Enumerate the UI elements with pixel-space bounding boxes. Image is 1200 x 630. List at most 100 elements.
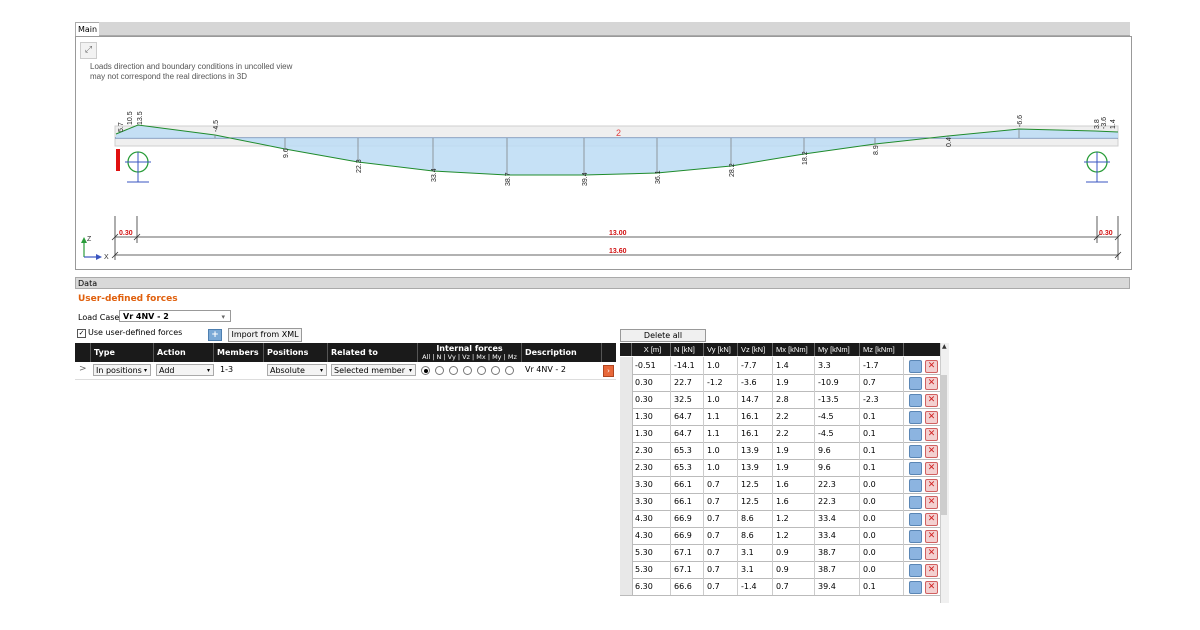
- cell-mx[interactable]: 1.6: [773, 476, 815, 493]
- cell-mx[interactable]: 0.9: [773, 561, 815, 578]
- cell-mz[interactable]: 0.0: [860, 476, 904, 493]
- table-row[interactable]: 2.30 65.3 1.0 13.9 1.9 9.6 0.1 ✕: [620, 442, 940, 460]
- cell-n[interactable]: 66.6: [671, 578, 704, 595]
- table-row[interactable]: 0.30 22.7 -1.2 -3.6 1.9 -10.9 0.7 ✕: [620, 374, 940, 392]
- cell-vz[interactable]: 12.5: [738, 493, 773, 510]
- cell-n[interactable]: 65.3: [671, 442, 704, 459]
- cell-n[interactable]: 66.9: [671, 527, 704, 544]
- delete-row-icon[interactable]: ✕: [925, 360, 938, 373]
- table-row[interactable]: 0.30 32.5 1.0 14.7 2.8 -13.5 -2.3 ✕: [620, 391, 940, 409]
- edit-row-icon[interactable]: [909, 530, 922, 543]
- cell-x[interactable]: 1.30: [632, 425, 671, 442]
- table-row[interactable]: 5.30 67.1 0.7 3.1 0.9 38.7 0.0 ✕: [620, 544, 940, 562]
- table-row[interactable]: -0.51 -14.1 1.0 -7.7 1.4 3.3 -1.7 ✕: [620, 357, 940, 375]
- cell-n[interactable]: 32.5: [671, 391, 704, 408]
- delete-row-icon[interactable]: ✕: [925, 479, 938, 492]
- cell-my[interactable]: 9.6: [815, 459, 860, 476]
- table-row[interactable]: 1.30 64.7 1.1 16.1 2.2 -4.5 0.1 ✕: [620, 408, 940, 426]
- cell-mz[interactable]: 0.0: [860, 527, 904, 544]
- cell-x[interactable]: 3.30: [632, 476, 671, 493]
- use-udf-checkbox[interactable]: ✓: [77, 329, 86, 338]
- cell-n[interactable]: 66.1: [671, 493, 704, 510]
- cell-mz[interactable]: 0.0: [860, 561, 904, 578]
- delete-row-icon[interactable]: ✕: [925, 547, 938, 560]
- cell-n[interactable]: 66.1: [671, 476, 704, 493]
- cell-mx[interactable]: 2.8: [773, 391, 815, 408]
- action-dropdown[interactable]: Add ▾: [156, 364, 214, 376]
- cell-mz[interactable]: 0.1: [860, 442, 904, 459]
- table-row[interactable]: 6.30 66.6 0.7 -1.4 0.7 39.4 0.1 ✕: [620, 578, 940, 596]
- cell-vz[interactable]: 8.6: [738, 510, 773, 527]
- edit-row-icon[interactable]: [909, 581, 922, 594]
- cell-vz[interactable]: -1.4: [738, 578, 773, 595]
- cell-mx[interactable]: 1.2: [773, 527, 815, 544]
- cell-vy[interactable]: 1.1: [704, 408, 738, 425]
- cell-mz[interactable]: 0.7: [860, 374, 904, 391]
- cell-mx[interactable]: 0.7: [773, 578, 815, 595]
- cell-x[interactable]: 4.30: [632, 527, 671, 544]
- scroll-thumb[interactable]: [941, 375, 947, 515]
- row-action-icon[interactable]: ›: [603, 365, 614, 377]
- load-case-select[interactable]: Vr 4NV - 2 ▾: [119, 310, 231, 322]
- edit-row-icon[interactable]: [909, 428, 922, 441]
- cell-vz[interactable]: 16.1: [738, 425, 773, 442]
- cell-mx[interactable]: 1.6: [773, 493, 815, 510]
- import-xml-button[interactable]: Import from XML: [228, 328, 302, 342]
- cell-my[interactable]: 39.4: [815, 578, 860, 595]
- cell-mz[interactable]: 0.1: [860, 425, 904, 442]
- cell-mx[interactable]: 2.2: [773, 408, 815, 425]
- cell-mz[interactable]: 0.0: [860, 510, 904, 527]
- cell-n[interactable]: 22.7: [671, 374, 704, 391]
- radio-my[interactable]: [491, 366, 500, 375]
- cell-vy[interactable]: 1.1: [704, 425, 738, 442]
- table-row[interactable]: 5.30 67.1 0.7 3.1 0.9 38.7 0.0 ✕: [620, 561, 940, 579]
- cell-vz[interactable]: -7.7: [738, 357, 773, 374]
- table-row[interactable]: > In positions ▾ Add ▾ 1-3 Absolute ▾ Selec…: [75, 362, 616, 380]
- cell-mz[interactable]: -2.3: [860, 391, 904, 408]
- scroll-up-icon[interactable]: ▲: [942, 343, 947, 350]
- cell-my[interactable]: 9.6: [815, 442, 860, 459]
- radio-mx[interactable]: [477, 366, 486, 375]
- table-row[interactable]: 4.30 66.9 0.7 8.6 1.2 33.4 0.0 ✕: [620, 527, 940, 545]
- delete-row-icon[interactable]: ✕: [925, 428, 938, 441]
- cell-vz[interactable]: 12.5: [738, 476, 773, 493]
- tab-main[interactable]: Main: [75, 22, 100, 36]
- cell-mz[interactable]: 0.0: [860, 493, 904, 510]
- cell-vy[interactable]: 0.7: [704, 578, 738, 595]
- cell-mx[interactable]: 1.2: [773, 510, 815, 527]
- delete-row-icon[interactable]: ✕: [925, 377, 938, 390]
- delete-row-icon[interactable]: ✕: [925, 411, 938, 424]
- cell-x[interactable]: 6.30: [632, 578, 671, 595]
- radio-vy[interactable]: [449, 366, 458, 375]
- cell-mx[interactable]: 1.9: [773, 374, 815, 391]
- cell-mx[interactable]: 2.2: [773, 425, 815, 442]
- edit-row-icon[interactable]: [909, 496, 922, 509]
- delete-row-icon[interactable]: ✕: [925, 496, 938, 509]
- cell-my[interactable]: 33.4: [815, 510, 860, 527]
- cell-mx[interactable]: 0.9: [773, 544, 815, 561]
- edit-row-icon[interactable]: [909, 360, 922, 373]
- cell-mz[interactable]: 0.1: [860, 578, 904, 595]
- cell-mx[interactable]: 1.9: [773, 442, 815, 459]
- edit-row-icon[interactable]: [909, 564, 922, 577]
- add-row-icon[interactable]: +: [208, 329, 222, 341]
- cell-vy[interactable]: 0.7: [704, 493, 738, 510]
- cell-vy[interactable]: 1.0: [704, 357, 738, 374]
- edit-row-icon[interactable]: [909, 411, 922, 424]
- radio-all[interactable]: [421, 366, 430, 375]
- cell-vz[interactable]: 3.1: [738, 544, 773, 561]
- table-row[interactable]: 4.30 66.9 0.7 8.6 1.2 33.4 0.0 ✕: [620, 510, 940, 528]
- delete-row-icon[interactable]: ✕: [925, 513, 938, 526]
- cell-vy[interactable]: -1.2: [704, 374, 738, 391]
- edit-row-icon[interactable]: [909, 377, 922, 390]
- cell-my[interactable]: 22.3: [815, 476, 860, 493]
- cell-n[interactable]: 65.3: [671, 459, 704, 476]
- cell-vz[interactable]: 3.1: [738, 561, 773, 578]
- radio-n[interactable]: [435, 366, 444, 375]
- cell-my[interactable]: 22.3: [815, 493, 860, 510]
- cell-x[interactable]: -0.51: [632, 357, 671, 374]
- cell-mz[interactable]: 0.1: [860, 408, 904, 425]
- cell-vz[interactable]: 13.9: [738, 459, 773, 476]
- cell-my[interactable]: 3.3: [815, 357, 860, 374]
- related-dropdown[interactable]: Selected member ▾: [331, 364, 416, 376]
